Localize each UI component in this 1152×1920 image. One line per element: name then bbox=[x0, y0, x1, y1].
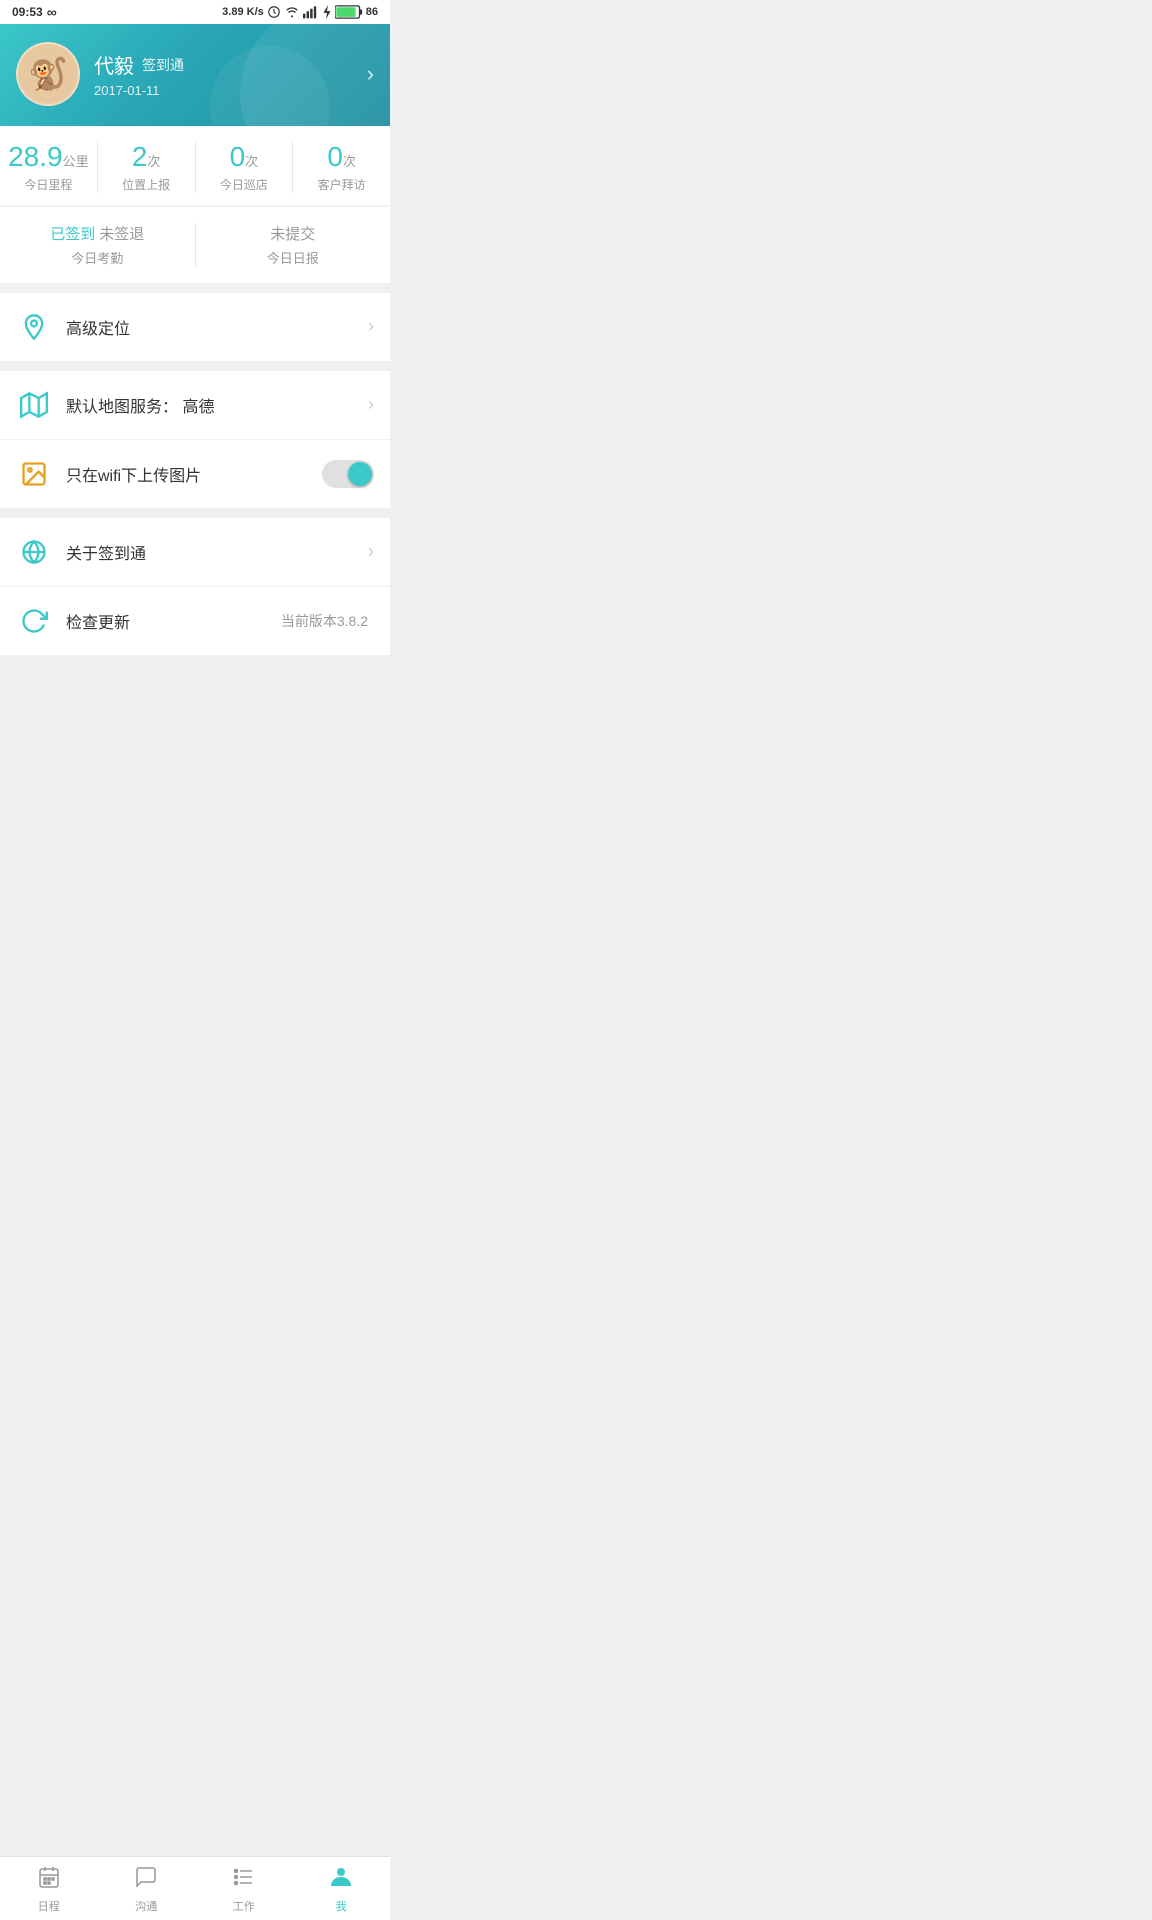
stat-patrol: 0次 今日巡店 bbox=[196, 142, 294, 193]
attendance-today-label: 今日考勤 bbox=[0, 248, 195, 267]
battery-percent: 86 bbox=[366, 6, 378, 18]
network-speed: 3.89 K/s bbox=[222, 6, 264, 18]
work-label: 工作 bbox=[233, 1898, 255, 1914]
profile-details: 代毅 签到通 2017-01-11 bbox=[94, 50, 184, 98]
chat-label: 沟通 bbox=[135, 1898, 157, 1914]
map-label: 默认地图服务： 高德 bbox=[66, 393, 368, 417]
stat-visit-value: 0次 bbox=[293, 142, 390, 173]
status-bar: 09:53 ∞ 3.89 K/s bbox=[0, 0, 390, 24]
schedule-label: 日程 bbox=[38, 1898, 60, 1914]
app-name: 签到通 bbox=[142, 55, 184, 75]
schedule-icon bbox=[37, 1865, 61, 1895]
me-icon bbox=[329, 1865, 353, 1895]
menu-item-about[interactable]: 关于签到通 › bbox=[0, 518, 390, 587]
wifi-icon bbox=[284, 5, 300, 19]
separator-1 bbox=[0, 283, 390, 293]
wifi-upload-label: 只在wifi下上传图片 bbox=[66, 462, 322, 486]
stat-visit-label: 客户拜访 bbox=[293, 176, 390, 193]
menu-section-location: 高级定位 › bbox=[0, 293, 390, 361]
update-label: 检查更新 bbox=[66, 609, 281, 633]
profile-banner[interactable]: 🐒 代毅 签到通 2017-01-11 › bbox=[0, 24, 390, 126]
stat-patrol-value: 0次 bbox=[196, 142, 293, 173]
work-icon bbox=[232, 1865, 256, 1895]
map-chevron-icon: › bbox=[368, 394, 374, 415]
toggle-track bbox=[322, 460, 374, 488]
about-chevron-icon: › bbox=[368, 541, 374, 562]
stat-patrol-label: 今日巡店 bbox=[196, 176, 293, 193]
stat-distance-value: 28.9公里 bbox=[0, 142, 97, 173]
me-label: 我 bbox=[336, 1898, 347, 1914]
menu-section-map-wifi: 默认地图服务： 高德 › 只在wifi下上传图片 bbox=[0, 371, 390, 508]
profile-name-row: 代毅 签到通 bbox=[94, 50, 184, 79]
attendance-today[interactable]: 已签到 未签退 今日考勤 bbox=[0, 223, 196, 267]
charging-icon bbox=[322, 5, 332, 19]
menu-item-update[interactable]: 检查更新 当前版本3.8.2 bbox=[0, 587, 390, 655]
avatar: 🐒 bbox=[16, 42, 80, 106]
menu-item-location[interactable]: 高级定位 › bbox=[0, 293, 390, 361]
separator-3 bbox=[0, 508, 390, 518]
status-time: 09:53 bbox=[12, 5, 43, 19]
profile-date: 2017-01-11 bbox=[94, 83, 184, 98]
nav-me[interactable]: 我 bbox=[293, 1865, 391, 1914]
location-chevron-icon: › bbox=[368, 316, 374, 337]
stat-location: 2次 位置上报 bbox=[98, 142, 196, 193]
profile-info-container: 🐒 代毅 签到通 2017-01-11 bbox=[16, 42, 184, 106]
stat-visit: 0次 客户拜访 bbox=[293, 142, 390, 193]
about-label: 关于签到通 bbox=[66, 540, 368, 564]
map-icon bbox=[16, 387, 52, 423]
menu-item-map[interactable]: 默认地图服务： 高德 › bbox=[0, 371, 390, 440]
menu-item-wifi-upload[interactable]: 只在wifi下上传图片 bbox=[0, 440, 390, 508]
stat-distance: 28.9公里 今日里程 bbox=[0, 142, 98, 193]
signal-icon bbox=[303, 5, 319, 19]
bottom-navigation: 日程 沟通 工作 我 bbox=[0, 1856, 390, 1920]
report-status: 未提交 bbox=[196, 223, 391, 244]
stats-section: 28.9公里 今日里程 2次 位置上报 0次 今日巡店 0次 客户拜访 bbox=[0, 126, 390, 205]
chat-icon bbox=[134, 1865, 158, 1895]
clock-icon bbox=[267, 5, 281, 19]
status-left: 09:53 ∞ bbox=[12, 4, 57, 20]
not-signed-out-text: 未签退 bbox=[99, 223, 144, 244]
stat-location-value: 2次 bbox=[98, 142, 195, 173]
wifi-upload-toggle[interactable] bbox=[322, 460, 374, 488]
nav-chat[interactable]: 沟通 bbox=[98, 1865, 196, 1914]
daily-report[interactable]: 未提交 今日日报 bbox=[196, 223, 391, 267]
refresh-icon bbox=[16, 603, 52, 639]
signed-in-text: 已签到 bbox=[50, 223, 95, 244]
infinity-icon: ∞ bbox=[47, 4, 57, 20]
location-label: 高级定位 bbox=[66, 315, 368, 339]
location-icon bbox=[16, 309, 52, 345]
profile-chevron-icon: › bbox=[367, 61, 374, 87]
battery-icon bbox=[335, 5, 363, 19]
toggle-thumb bbox=[348, 462, 372, 486]
nav-schedule[interactable]: 日程 bbox=[0, 1865, 98, 1914]
attendance-section: 已签到 未签退 今日考勤 未提交 今日日报 bbox=[0, 206, 390, 283]
stat-distance-label: 今日里程 bbox=[0, 176, 97, 193]
user-name: 代毅 bbox=[94, 50, 134, 79]
globe-icon bbox=[16, 534, 52, 570]
image-upload-icon bbox=[16, 456, 52, 492]
separator-2 bbox=[0, 361, 390, 371]
menu-section-about: 关于签到通 › 检查更新 当前版本3.8.2 bbox=[0, 518, 390, 655]
attendance-status: 已签到 未签退 bbox=[0, 223, 195, 244]
stat-location-label: 位置上报 bbox=[98, 176, 195, 193]
update-version: 当前版本3.8.2 bbox=[281, 611, 368, 631]
status-right: 3.89 K/s bbox=[222, 5, 378, 19]
not-submitted-text: 未提交 bbox=[270, 223, 315, 244]
daily-report-label: 今日日报 bbox=[196, 248, 391, 267]
nav-work[interactable]: 工作 bbox=[195, 1865, 293, 1914]
